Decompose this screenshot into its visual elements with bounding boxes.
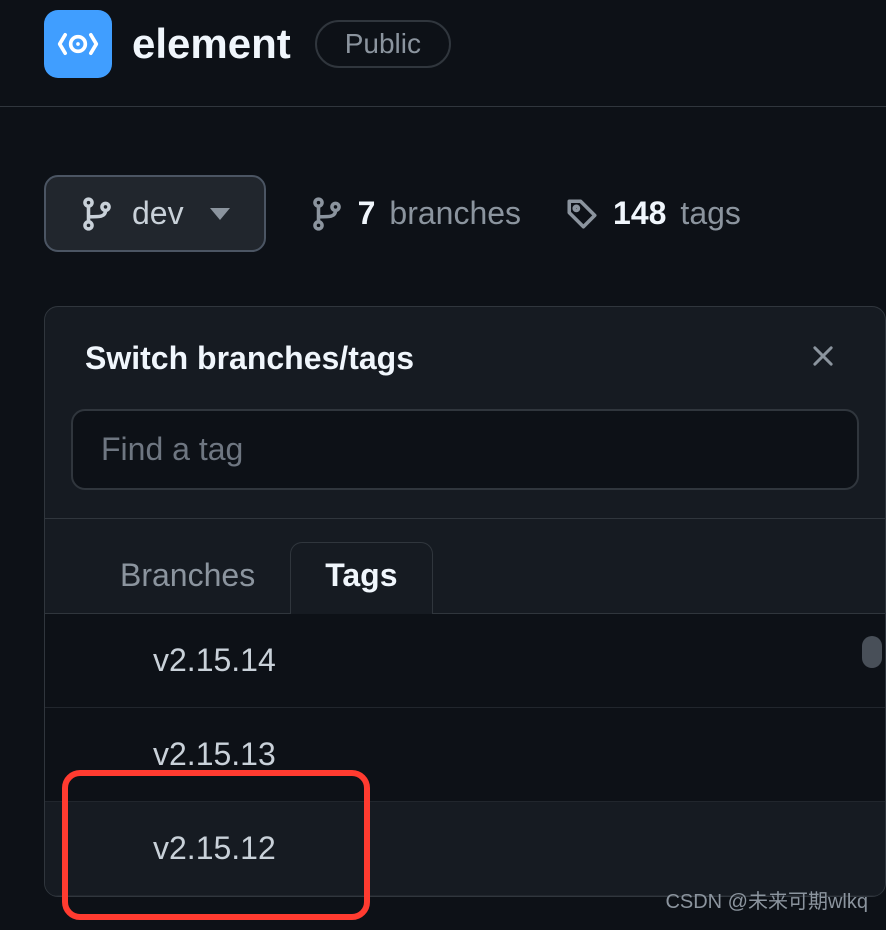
repo-header: element Public bbox=[0, 0, 886, 107]
popover-tabs: Branches Tags bbox=[45, 519, 885, 614]
branches-label: branches bbox=[389, 195, 521, 232]
tag-item[interactable]: v2.15.14 bbox=[45, 614, 885, 708]
tag-search-input[interactable] bbox=[71, 409, 859, 490]
repo-toolbar: dev 7 branches 148 tags bbox=[0, 107, 886, 272]
tag-icon bbox=[565, 197, 599, 231]
branch-select-button[interactable]: dev bbox=[44, 175, 266, 252]
current-branch-label: dev bbox=[132, 195, 184, 232]
git-branch-icon bbox=[310, 197, 344, 231]
branch-tag-popover: Switch branches/tags Branches Tags v2.15… bbox=[44, 306, 886, 897]
tag-item[interactable]: v2.15.13 bbox=[45, 708, 885, 802]
branches-count: 7 bbox=[358, 195, 376, 232]
close-icon bbox=[809, 342, 837, 370]
branches-link[interactable]: 7 branches bbox=[310, 195, 521, 232]
tags-label: tags bbox=[680, 195, 740, 232]
git-branch-icon bbox=[80, 197, 114, 231]
repo-avatar bbox=[44, 10, 112, 78]
tags-link[interactable]: 148 tags bbox=[565, 195, 741, 232]
close-button[interactable] bbox=[801, 333, 845, 383]
popover-header: Switch branches/tags bbox=[45, 307, 885, 409]
tab-tags[interactable]: Tags bbox=[290, 542, 432, 614]
watermark: CSDN @未来可期wlkq bbox=[665, 885, 868, 914]
tag-item[interactable]: v2.15.12 bbox=[45, 802, 885, 896]
tags-count: 148 bbox=[613, 195, 666, 232]
repo-name[interactable]: element bbox=[132, 20, 291, 68]
tab-branches[interactable]: Branches bbox=[85, 542, 290, 614]
element-logo-icon bbox=[56, 22, 100, 66]
popover-title: Switch branches/tags bbox=[85, 340, 414, 377]
caret-down-icon bbox=[210, 208, 230, 220]
tag-list: v2.15.14 v2.15.13 v2.15.12 bbox=[45, 614, 885, 896]
scrollbar-thumb[interactable] bbox=[862, 636, 882, 668]
visibility-badge: Public bbox=[315, 20, 451, 68]
search-container bbox=[45, 409, 885, 519]
